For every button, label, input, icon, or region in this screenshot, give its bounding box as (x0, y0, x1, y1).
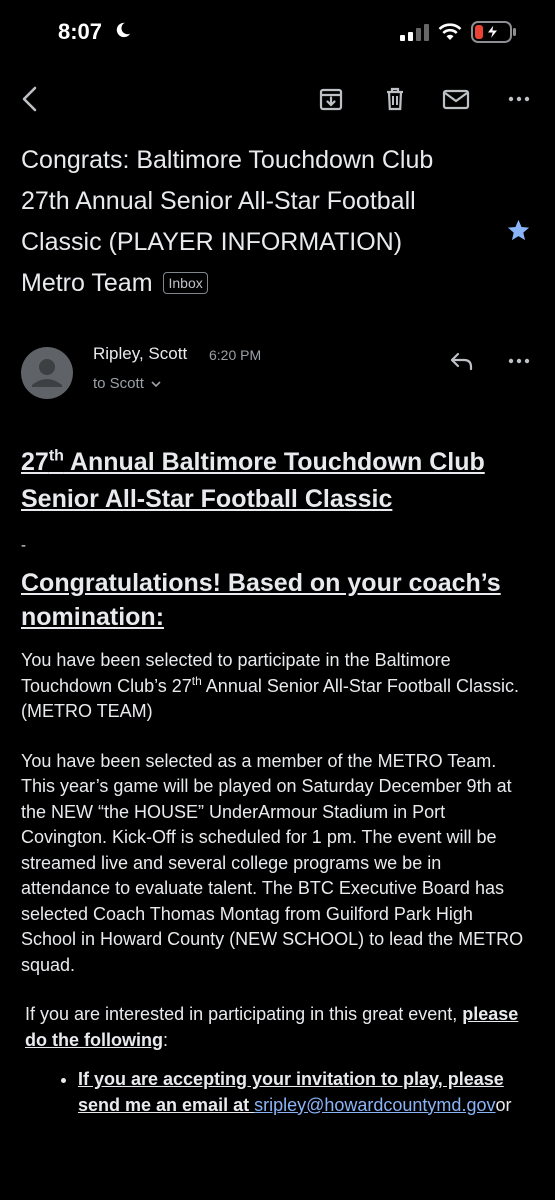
sender-avatar[interactable] (21, 347, 73, 399)
game-details-paragraph: You have been selected as a member of th… (21, 750, 524, 975)
email-subject: Congrats: Baltimore Touchdown Club 27th … (21, 140, 471, 304)
moon-icon (116, 22, 131, 38)
heading-number: 27 (21, 448, 49, 476)
separator-dash: - (21, 537, 26, 554)
reply-icon[interactable] (447, 346, 477, 376)
cellular-signal-icon (400, 24, 429, 41)
selection-paragraph: You have been selected to participate in… (21, 648, 531, 725)
bullet-after-text: or (495, 1094, 512, 1115)
status-bar: 8:07 (0, 0, 555, 66)
list-item: If you are accepting your invitation to … (78, 1067, 531, 1118)
subject-text: Congrats: Baltimore Touchdown Club 27th … (21, 146, 434, 297)
body-heading: 27th Annual Baltimore Touchdown Club Sen… (21, 444, 531, 518)
delete-trash-icon[interactable] (380, 84, 410, 114)
heading-text: Annual Baltimore Touchdown Club Senior A… (21, 448, 485, 513)
p3-text-a: If you are interested in participating i… (25, 1004, 463, 1024)
star-icon[interactable] (506, 218, 531, 243)
back-arrow-icon[interactable] (16, 84, 46, 114)
battery-low-charging-icon (471, 21, 516, 43)
instructions-paragraph: If you are interested in participating i… (21, 1002, 531, 1053)
heading-superscript: th (48, 447, 64, 465)
p3-text-b: : (162, 1029, 168, 1050)
email-link[interactable]: sripley@howardcountymd.gov (254, 1095, 495, 1115)
more-options-icon[interactable] (505, 346, 533, 376)
archive-icon[interactable] (316, 84, 346, 114)
recipient-details-toggle[interactable]: to Scott (93, 375, 161, 392)
inbox-label-badge[interactable]: Inbox (163, 272, 208, 294)
mark-unread-mail-icon[interactable] (441, 84, 471, 114)
more-options-icon[interactable] (504, 84, 534, 114)
person-icon (32, 359, 62, 387)
p1-superscript: th (191, 673, 202, 688)
status-time: 8:07 (58, 19, 103, 44)
instruction-list: If you are accepting your invitation to … (21, 1067, 531, 1118)
chevron-down-icon (151, 381, 161, 388)
email-body: 27th Annual Baltimore Touchdown Club Sen… (21, 444, 531, 1118)
sender-name: Ripley, Scott (93, 344, 188, 363)
wifi-icon (438, 23, 462, 40)
congrats-heading: Congratulations! Based on your coach’s n… (21, 569, 501, 631)
recipient-text: to Scott (93, 375, 144, 392)
email-toolbar (0, 74, 555, 124)
sent-time: 6:20 PM (209, 347, 262, 363)
